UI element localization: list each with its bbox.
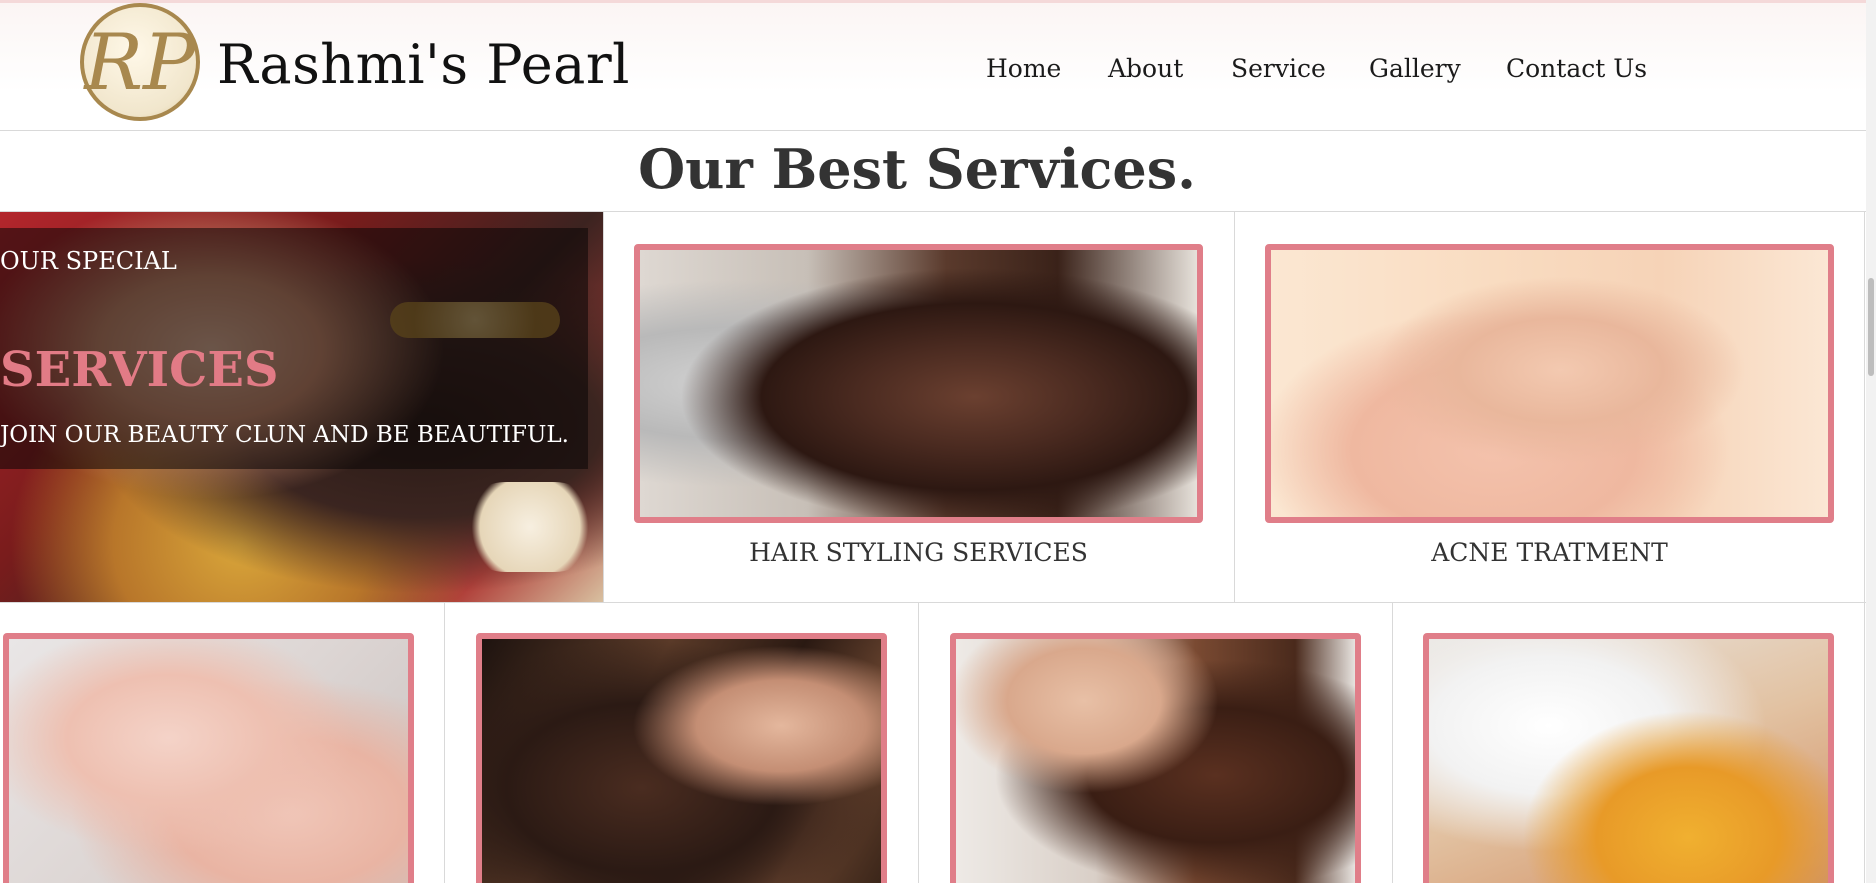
promo-heading: SERVICES: [0, 342, 279, 398]
grid-divider: [1234, 212, 1235, 602]
grid-divider: [918, 603, 919, 883]
hair-coloring-card-image[interactable]: [476, 633, 887, 883]
waxing-card-image[interactable]: [1423, 633, 1834, 883]
grid-divider: [1392, 603, 1393, 883]
brand-name[interactable]: Rashmi's Pearl: [217, 30, 630, 100]
section-title-rest: Services.: [925, 137, 1196, 201]
grid-divider: [0, 602, 1866, 603]
nav-about[interactable]: About: [1108, 52, 1183, 86]
nav-contact-us[interactable]: Contact Us: [1506, 52, 1647, 86]
nav-service[interactable]: Service: [1231, 52, 1326, 86]
nav-gallery[interactable]: Gallery: [1369, 52, 1461, 86]
hair-styling-card-image[interactable]: [634, 244, 1203, 523]
brand-logo[interactable]: RP: [80, 3, 200, 121]
page-scrollbar-thumb[interactable]: [1868, 278, 1874, 376]
acne-treatment-caption[interactable]: ACNE TRATMENT: [1265, 536, 1834, 570]
hair-styling-caption[interactable]: HAIR STYLING SERVICES: [634, 536, 1203, 570]
nav-home[interactable]: Home: [986, 52, 1061, 86]
page-scrollbar-track[interactable]: [1866, 0, 1876, 883]
hair-treatment-card-image[interactable]: [950, 633, 1361, 883]
section-title: Our Best Services.: [0, 135, 1834, 203]
section-title-bold: Our Best: [638, 137, 907, 201]
promo-subtitle: JOIN OUR BEAUTY CLUN AND BE BEAUTIFUL.: [0, 422, 569, 448]
logo-monogram: RP: [84, 18, 196, 108]
grid-divider: [1864, 212, 1865, 883]
site-header: RP Rashmi's Pearl Home About Service Gal…: [0, 3, 1866, 131]
acne-treatment-card-image[interactable]: [1265, 244, 1834, 523]
promo-flower-decoration: [460, 482, 600, 572]
nail-art-card-image[interactable]: [3, 633, 414, 883]
grid-divider: [444, 603, 445, 883]
promo-kicker: OUR SPECIAL: [0, 247, 177, 275]
grid-divider: [603, 212, 604, 602]
